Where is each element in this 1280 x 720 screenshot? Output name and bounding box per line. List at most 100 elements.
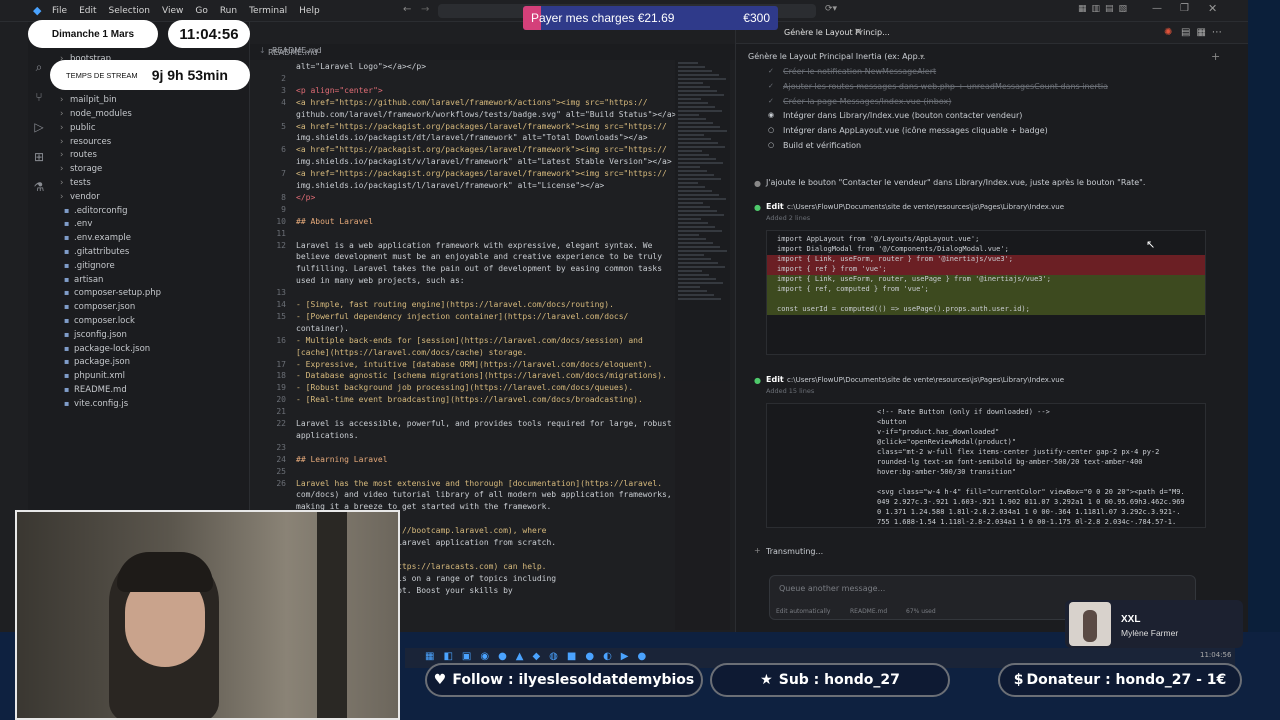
code-line[interactable]: img.shields.io/packagist/v/laravel/frame…: [250, 157, 675, 169]
code-line[interactable]: 12 Laravel is a web application framework…: [250, 241, 675, 253]
edit1-path[interactable]: c:\Users\FlowUP\Documents\site de vente\…: [787, 203, 1064, 211]
copilot-icon[interactable]: ⟳▾: [825, 4, 837, 14]
menu-run[interactable]: Run: [220, 6, 237, 16]
session-title[interactable]: Génère le Layout Principal Inertia (ex: …: [748, 52, 925, 61]
code-line[interactable]: 23: [250, 443, 675, 455]
maximize-icon[interactable]: ❐: [1180, 3, 1189, 14]
code-line[interactable]: 16 - Multiple back-ends for [session](htt…: [250, 336, 675, 348]
file-item[interactable]: ▪ artisan: [64, 275, 103, 289]
source-control-icon[interactable]: ⑂: [28, 82, 50, 112]
code-line[interactable]: 11: [250, 229, 675, 241]
agent-icon[interactable]: ✺: [1164, 27, 1172, 38]
code-line[interactable]: fulfilling. Laravel takes the pain out o…: [250, 264, 675, 276]
code-line[interactable]: 9: [250, 205, 675, 217]
edit1-diff[interactable]: import AppLayout from '@/Layouts/AppLayo…: [766, 230, 1206, 355]
footer-edit-mode[interactable]: Edit automatically: [776, 608, 830, 615]
code-line[interactable]: used in many web projects, such as:: [250, 276, 675, 288]
folder-item[interactable]: › routes: [60, 150, 97, 164]
chevron-down-icon[interactable]: ▾: [920, 52, 924, 61]
file-item[interactable]: ▪ composer-setup.php: [64, 288, 161, 302]
code-line[interactable]: 5 <a href="https://packagist.org/packages…: [250, 122, 675, 134]
file-item[interactable]: ▪ composer.json: [64, 302, 135, 316]
back-arrow-icon[interactable]: ←: [403, 4, 411, 15]
code-line[interactable]: 20 - [Real-time event broadcasting](https…: [250, 395, 675, 407]
code-line[interactable]: 7 <a href="https://packagist.org/packages…: [250, 169, 675, 181]
footer-context-file[interactable]: README.md: [850, 608, 887, 615]
code-line[interactable]: alt="Laravel Logo"></a></p>: [250, 62, 675, 74]
code-line[interactable]: 18 - Database agnostic [schema migrations…: [250, 371, 675, 383]
minimize-icon[interactable]: —: [1152, 3, 1162, 14]
code-line[interactable]: 15 - [Powerful dependency injection conta…: [250, 312, 675, 324]
file-item[interactable]: ▪ vite.config.js: [64, 399, 128, 413]
code-line[interactable]: com/docs) and video tutorial library of …: [250, 490, 675, 502]
code-line[interactable]: 21: [250, 407, 675, 419]
file-item[interactable]: ▪ jsconfig.json: [64, 330, 127, 344]
code-line[interactable]: believe development must be an enjoyable…: [250, 252, 675, 264]
file-item[interactable]: ▪ package-lock.json: [64, 344, 150, 358]
folder-item[interactable]: › resources: [60, 137, 111, 151]
code-line[interactable]: 19 - [Robust background job processing](h…: [250, 383, 675, 395]
code-line[interactable]: github.com/laravel/framework/workflows/t…: [250, 110, 677, 122]
code-line[interactable]: 22 Laravel is accessible, powerful, and p…: [250, 419, 675, 431]
taskbar-app-icons[interactable]: ▦◧▣◉●▲◆◍■●◐▶●: [425, 651, 655, 662]
chat-input[interactable]: Queue another message...: [779, 584, 885, 593]
code-line[interactable]: 8 </p>: [250, 193, 675, 205]
code-line[interactable]: 24 ## Learning Laravel: [250, 455, 675, 467]
testing-icon[interactable]: ⚗: [28, 172, 50, 202]
layout-icons[interactable]: ▦▥▤▧: [1078, 4, 1132, 14]
file-item[interactable]: ▪ .env.example: [64, 233, 131, 247]
folder-item[interactable]: › public: [60, 123, 96, 137]
search-icon[interactable]: ⌕: [28, 52, 50, 82]
close-icon[interactable]: ✕: [1208, 2, 1217, 15]
bullet-icon: ●: [754, 179, 761, 188]
menu-view[interactable]: View: [162, 6, 183, 16]
edit2-diff[interactable]: <!-- Rate Button (only if downloaded) --…: [766, 403, 1206, 528]
code-line[interactable]: 6 <a href="https://packagist.org/packages…: [250, 145, 675, 157]
code-line[interactable]: applications.: [250, 431, 675, 443]
code-line[interactable]: 4 <a href="https://github.com/laravel/fra…: [250, 98, 675, 110]
file-item[interactable]: ▪ .gitattributes: [64, 247, 129, 261]
code-line[interactable]: 17 - Expressive, intuitive [database ORM]…: [250, 360, 675, 372]
menu-terminal[interactable]: Terminal: [249, 6, 287, 16]
code-line[interactable]: img.shields.io/packagist/dt/laravel/fram…: [250, 133, 675, 145]
panel-actions-icons[interactable]: ▤▦⋯: [1181, 27, 1228, 38]
forward-arrow-icon[interactable]: →: [421, 4, 429, 15]
menu-help[interactable]: Help: [299, 6, 320, 16]
menu-go[interactable]: Go: [195, 6, 207, 16]
code-line[interactable]: img.shields.io/packagist/l/laravel/frame…: [250, 181, 675, 193]
menu-selection[interactable]: Selection: [109, 6, 150, 16]
file-item[interactable]: ▪ .env: [64, 219, 92, 233]
code-line[interactable]: 14 - [Simple, fast routing engine](https:…: [250, 300, 675, 312]
folder-item[interactable]: › mailpit_bin: [60, 95, 117, 109]
file-item[interactable]: ▪ .editorconfig: [64, 206, 128, 220]
new-chat-icon[interactable]: +: [1211, 50, 1220, 63]
code-line[interactable]: container).: [250, 324, 675, 336]
edit2-path[interactable]: c:\Users\FlowUP\Documents\site de vente\…: [787, 376, 1064, 384]
file-item[interactable]: ▪ phpunit.xml: [64, 371, 125, 385]
code-line[interactable]: 13: [250, 288, 675, 300]
file-item[interactable]: ▪ README.md: [64, 385, 127, 399]
code-line[interactable]: 10 ## About Laravel: [250, 217, 675, 229]
folder-item[interactable]: › vendor: [60, 192, 100, 206]
minimap[interactable]: [675, 60, 730, 630]
file-item[interactable]: ▪ composer.lock: [64, 316, 135, 330]
chat-tab-title[interactable]: Génère le Layout Princip...: [784, 28, 890, 37]
code-line[interactable]: 26 Laravel has the most extensive and tho…: [250, 479, 675, 491]
code-line[interactable]: 25: [250, 467, 675, 479]
code-line[interactable]: 3 <p align="center">: [250, 86, 675, 98]
breadcrumb-file[interactable]: README.md: [268, 48, 318, 57]
extensions-icon[interactable]: ⊞: [28, 142, 50, 172]
folder-item[interactable]: › tests: [60, 178, 91, 192]
menu-file[interactable]: File: [52, 6, 67, 16]
close-tab-icon[interactable]: ✕: [854, 27, 862, 38]
run-debug-icon[interactable]: ▷: [28, 112, 50, 142]
folder-item[interactable]: › node_modules: [60, 109, 132, 123]
code-line[interactable]: 2: [250, 74, 675, 86]
code-line[interactable]: [cache](https://laravel.com/docs/cache) …: [250, 348, 675, 360]
minimap-line: [678, 214, 724, 216]
file-item[interactable]: ▪ package.json: [64, 357, 130, 371]
menu-edit[interactable]: Edit: [79, 6, 96, 16]
folder-item[interactable]: › storage: [60, 164, 102, 178]
file-item[interactable]: ▪ .gitignore: [64, 261, 115, 275]
minimap-line: [678, 242, 713, 244]
